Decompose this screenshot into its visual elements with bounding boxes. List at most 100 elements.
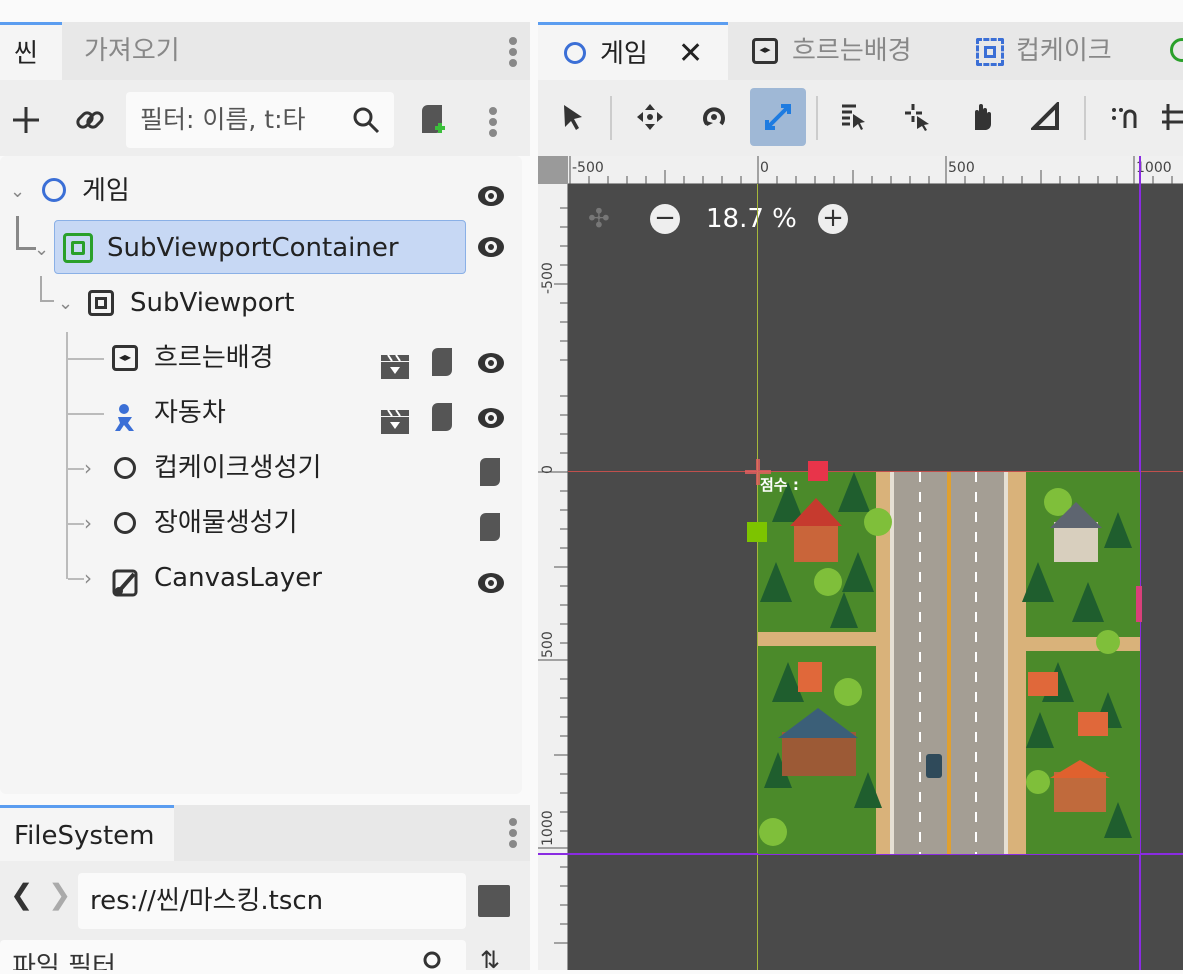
- node-circle-icon: [564, 42, 586, 64]
- eye-icon[interactable]: [476, 563, 506, 618]
- ruler-label: -500: [540, 262, 556, 294]
- canvas-layer-icon: [112, 563, 140, 618]
- parallax-icon: ◂▸: [752, 38, 778, 64]
- chevron-right-icon[interactable]: ›: [84, 496, 92, 551]
- ruler-label: 0: [540, 465, 556, 474]
- zoom-level[interactable]: 18.7 %: [706, 204, 797, 234]
- tab-scene-label: 씬: [14, 39, 38, 69]
- tree-row-parallax[interactable]: ◂▸ 흐르는배경: [0, 331, 522, 386]
- toolbar-divider: [610, 96, 612, 140]
- tree-row-canvaslayer[interactable]: › CanvasLayer: [0, 551, 522, 606]
- pan-tool-icon[interactable]: [954, 88, 1010, 146]
- game-scene-preview: [758, 472, 1140, 854]
- ruler-ticks: [569, 156, 1173, 184]
- tree-label: 자동차: [154, 398, 226, 428]
- tab-import-label: 가져오기: [84, 36, 180, 66]
- tree-row-cupcake-spawner[interactable]: › 컵케이크생성기: [0, 441, 522, 496]
- subviewport-container-icon: [63, 233, 93, 263]
- x-scale-handle[interactable]: [808, 461, 828, 481]
- tree-guide: [68, 468, 84, 470]
- tree-guide: [68, 578, 84, 580]
- rotate-tool-icon[interactable]: [686, 88, 742, 146]
- tree-row-game[interactable]: ⌄ 게임: [0, 164, 522, 219]
- scene-tree: ⌄ 게임 SubViewportContainer ⌄ ⌄ SubViewpor…: [0, 156, 522, 794]
- add-node-icon[interactable]: [8, 100, 44, 140]
- dock-menu-icon[interactable]: [509, 815, 517, 851]
- tree-guide: [16, 216, 36, 250]
- tree-row-subviewport[interactable]: ⌄ SubViewport: [0, 276, 522, 331]
- node-circle-icon: [114, 512, 136, 534]
- eye-icon[interactable]: [476, 176, 506, 231]
- tab-filesystem-label: FileSystem: [14, 821, 155, 851]
- tab-cupcake[interactable]: 컵케이크: [976, 22, 1156, 80]
- file-filter-placeholder: 파일 필터: [12, 952, 116, 970]
- tree-label: 게임: [82, 176, 130, 206]
- filesystem-tabbar: FileSystem: [0, 805, 530, 861]
- chevron-right-icon[interactable]: ›: [84, 551, 92, 606]
- path-input[interactable]: res://씬/마스킹.tscn: [78, 873, 466, 929]
- tree-label: 장애물생성기: [154, 508, 298, 538]
- tree-row-subviewportcontainer[interactable]: SubViewportContainer: [54, 220, 466, 274]
- smart-snap-icon[interactable]: [1096, 88, 1152, 146]
- back-arrow-icon[interactable]: ❮: [10, 878, 33, 911]
- scene-menu-icon[interactable]: [489, 104, 497, 140]
- grid-snap-icon[interactable]: [1160, 88, 1183, 146]
- ruler-label: 500: [948, 160, 975, 176]
- subviewport-icon: [88, 290, 114, 316]
- move-tool-icon[interactable]: [622, 88, 678, 146]
- ruler-label: 1000: [1136, 160, 1172, 176]
- ruler-tool-icon[interactable]: [1018, 88, 1074, 146]
- tab-label: 흐르는배경: [792, 36, 912, 66]
- tree-guide: [68, 523, 84, 525]
- tab-import[interactable]: 가져오기: [70, 22, 194, 80]
- scene-dock: 씬 가져오기 필터: 이름, t:타 ⌄ 게임 SubViewportConta…: [0, 0, 530, 974]
- chevron-down-icon[interactable]: ⌄: [10, 164, 25, 219]
- eye-icon[interactable]: [476, 232, 506, 266]
- tab-game[interactable]: 게임 ✕: [538, 22, 728, 80]
- node-circle-icon: [114, 457, 136, 479]
- dock-splitter[interactable]: [530, 0, 538, 970]
- tab-parallax[interactable]: ◂▸ 흐르는배경: [752, 22, 972, 80]
- forward-arrow-icon[interactable]: ❯: [48, 878, 71, 911]
- tree-label: 컵케이크생성기: [154, 453, 322, 483]
- file-filter-input[interactable]: 파일 필터: [0, 940, 466, 970]
- ruler-label: 0: [760, 160, 769, 176]
- tab-label: 게임: [600, 39, 648, 69]
- tree-row-obstacle-spawner[interactable]: › 장애물생성기: [0, 496, 522, 551]
- list-select-tool-icon[interactable]: [826, 88, 882, 146]
- tree-row-car[interactable]: 자동차: [0, 386, 522, 441]
- tree-label: SubViewportContainer: [107, 233, 399, 263]
- scene-tabbar: 씬 가져오기: [0, 22, 530, 80]
- cupcake-scene-icon: [976, 38, 1004, 66]
- node-circle-icon: [1170, 38, 1183, 62]
- close-icon[interactable]: ✕: [678, 25, 703, 83]
- parallax-icon: ◂▸: [112, 345, 138, 371]
- zoom-in-button[interactable]: +: [818, 204, 848, 234]
- ruler-label: 1000: [540, 810, 556, 846]
- offscreen-sprite: [1136, 586, 1142, 622]
- tab-filesystem[interactable]: FileSystem: [0, 805, 174, 861]
- scene-filter-placeholder: 필터: 이름, t:타: [140, 105, 306, 134]
- attach-script-icon[interactable]: [414, 100, 450, 140]
- select-tool-icon[interactable]: [546, 88, 602, 146]
- y-scale-handle[interactable]: [747, 522, 767, 542]
- toolbar-divider: [816, 96, 818, 140]
- chevron-down-icon[interactable]: ⌄: [58, 276, 73, 331]
- path-text: res://씬/마스킹.tscn: [90, 886, 324, 916]
- dock-menu-icon[interactable]: [509, 34, 517, 70]
- link-icon[interactable]: [72, 100, 108, 140]
- chevron-down-icon[interactable]: ⌄: [34, 222, 49, 277]
- zoom-out-button[interactable]: −: [650, 204, 680, 234]
- tab-scene[interactable]: 씬: [0, 22, 62, 80]
- pivot-tool-icon[interactable]: [890, 88, 946, 146]
- center-view-icon[interactable]: ✣: [588, 204, 610, 234]
- search-icon: [422, 950, 446, 970]
- split-view-icon[interactable]: [478, 885, 510, 917]
- scale-tool-icon[interactable]: [750, 88, 806, 146]
- tree-label: CanvasLayer: [154, 563, 322, 593]
- chevron-right-icon[interactable]: ›: [84, 441, 92, 496]
- tree-label: SubViewport: [130, 288, 295, 318]
- toolbar-divider: [1084, 96, 1086, 140]
- tree-guide: [68, 358, 104, 360]
- tree-label: 흐르는배경: [154, 343, 274, 373]
